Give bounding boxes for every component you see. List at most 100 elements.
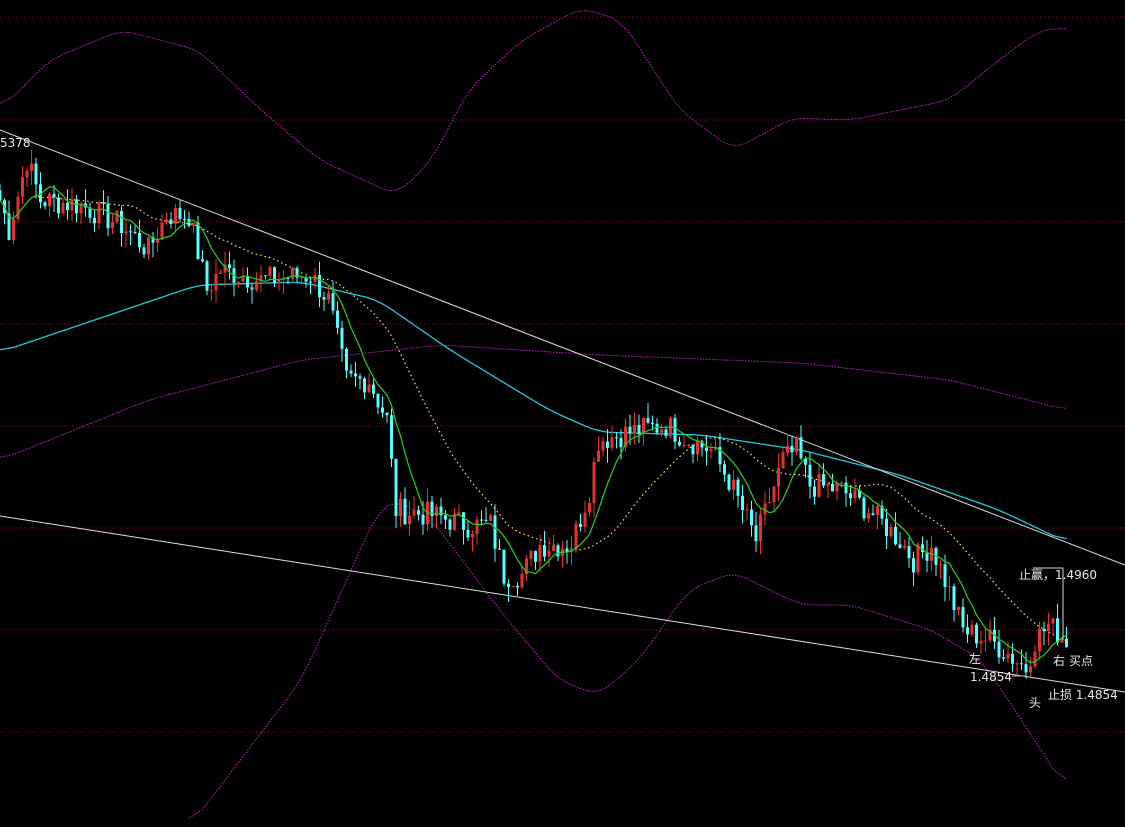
candle-body: [894, 526, 897, 545]
candle-body: [750, 509, 753, 526]
candle-body: [907, 545, 911, 559]
candle-body: [997, 641, 1001, 658]
candle-body: [889, 526, 893, 537]
candle-body: [174, 207, 177, 225]
candle-body: [1065, 638, 1068, 648]
candle-body: [367, 384, 371, 393]
candle-body: [1029, 666, 1032, 673]
top-price-label: 5378: [0, 136, 31, 150]
candle-body: [727, 474, 731, 490]
candle-body: [799, 437, 803, 459]
candle-body: [205, 261, 209, 291]
candle-body: [57, 197, 60, 214]
candle-body: [408, 515, 411, 525]
candle-body: [543, 545, 546, 557]
candle-body: [705, 447, 708, 452]
candle-body: [678, 441, 681, 446]
candle-body: [502, 549, 506, 584]
candle-body: [849, 493, 852, 499]
candle-body: [480, 519, 483, 521]
candle-body: [840, 482, 843, 484]
candle-body: [610, 437, 614, 448]
candle-body: [552, 545, 555, 551]
candle-body: [210, 290, 213, 292]
candle-body: [682, 445, 686, 447]
candle-body: [597, 450, 600, 462]
candle-body: [790, 445, 794, 453]
candle-body: [196, 222, 200, 260]
band_upper-line: [0, 10, 1067, 192]
candle-body: [736, 479, 740, 496]
candle-body: [1006, 653, 1010, 659]
candle-body: [943, 564, 947, 587]
candle-body: [1033, 651, 1037, 667]
candle-body: [651, 422, 654, 424]
candle-body: [498, 548, 501, 550]
candle-body: [723, 464, 726, 475]
left-price-label: 1.4854: [970, 670, 1012, 684]
candle-body: [390, 415, 393, 459]
candle-body: [417, 510, 420, 515]
candle-body: [327, 293, 330, 300]
candle-body: [1011, 653, 1014, 664]
candle-body: [975, 624, 978, 644]
candle-body: [903, 545, 906, 548]
candle-body: [165, 219, 168, 223]
candle-body: [111, 222, 114, 229]
candle-body: [601, 441, 605, 451]
candle-body: [1047, 623, 1050, 632]
candle-body: [318, 274, 321, 298]
candle-body: [660, 429, 663, 433]
candle-body: [772, 486, 776, 503]
candle-body: [646, 417, 650, 423]
candle-body: [138, 233, 141, 248]
take-profit-label: 止赢，1.4960: [1019, 568, 1097, 582]
candle-body: [511, 585, 515, 588]
candle-body: [885, 518, 888, 537]
candle-body: [462, 512, 465, 530]
candle-body: [1056, 618, 1059, 643]
candle-body: [331, 293, 335, 311]
candle-body: [133, 232, 137, 234]
candle-body: [444, 515, 447, 520]
right-shoulder-label: 右: [1053, 654, 1066, 668]
trend_upper-line: [0, 129, 1125, 566]
candle-body: [732, 479, 735, 490]
candle-body: [777, 468, 780, 487]
head-label: 头: [1029, 696, 1042, 710]
candle-body: [16, 196, 20, 220]
candle-body: [273, 267, 276, 284]
candle-body: [25, 170, 29, 178]
candle-body: [48, 193, 51, 207]
candle-body: [421, 514, 425, 525]
candle-body: [655, 423, 659, 433]
candle-body: [862, 497, 866, 519]
buy-point-label: 买点: [1069, 654, 1094, 668]
long_ma-line: [0, 281, 1067, 540]
candle-body: [813, 486, 816, 497]
candle-body: [70, 199, 74, 211]
candle-body: [520, 574, 524, 588]
candle-body: [984, 640, 987, 642]
candle-body: [534, 551, 537, 562]
candle-body: [961, 606, 965, 628]
fast-ma-line: [0, 186, 1067, 664]
candle-body: [466, 529, 470, 538]
candle-body: [291, 268, 294, 279]
candle-body: [939, 564, 942, 566]
candle-body: [786, 445, 789, 453]
candle-body: [556, 545, 560, 557]
candle-body: [898, 544, 902, 548]
candle-body: [52, 193, 56, 198]
candle-body: [795, 437, 798, 453]
candle-body: [507, 583, 510, 588]
candle-body: [183, 218, 186, 220]
candle-body: [844, 482, 848, 494]
candle-body: [381, 407, 384, 413]
candle-body: [43, 202, 47, 207]
candle-body: [759, 514, 762, 542]
candle-body: [268, 267, 272, 276]
candle-body: [34, 163, 38, 185]
candle-body: [363, 378, 366, 393]
candle-body: [538, 545, 542, 562]
